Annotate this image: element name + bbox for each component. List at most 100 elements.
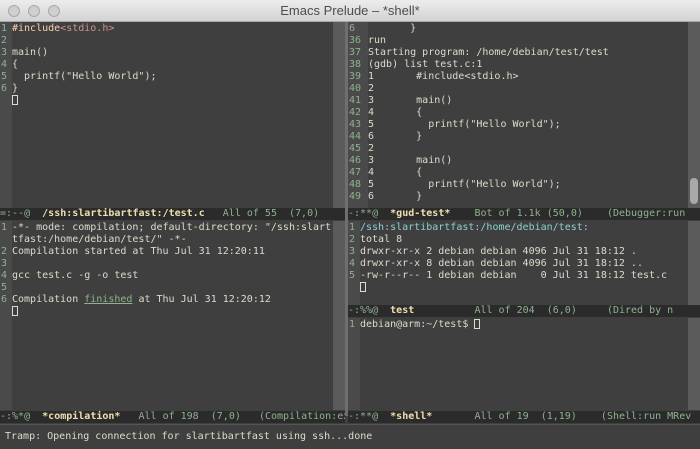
line-number: 41	[349, 95, 362, 106]
window-divider[interactable]	[345, 22, 348, 416]
line-number: 38	[349, 59, 362, 70]
vertical-scrollbar[interactable]	[333, 22, 345, 208]
gdb-output-line[interactable]: 36 run	[348, 35, 686, 47]
compilation-line[interactable]: 4 gcc test.c -g -o test	[0, 270, 331, 282]
mode-line-compilation[interactable]: -:%*@ *compilation* All of 198 (7,0) (Co…	[0, 411, 345, 423]
compilation-line[interactable]: 2 Compilation started at Thu Jul 31 12:20…	[0, 246, 331, 258]
source-editor-pane[interactable]: 1 #include<stdio.h> 2 3 main() 4{ 5 printf…	[0, 22, 345, 208]
gud-debugger-pane[interactable]: 6 } 36 run 37 Starting program: /home/debian…	[348, 22, 700, 208]
compilation-line[interactable]	[0, 306, 331, 318]
code-line[interactable]: 2	[0, 35, 331, 47]
code-text: {	[12, 59, 19, 70]
gdb-output-line[interactable]: 48 5 printf("Hello World");	[348, 179, 686, 191]
vertical-scrollbar[interactable]	[688, 22, 700, 208]
compilation-line[interactable]: tfast:/home/debian/test/" -*-	[0, 234, 331, 246]
vertical-scrollbar[interactable]	[333, 221, 345, 410]
line-number: 42	[349, 107, 362, 118]
line-text: run	[368, 35, 387, 46]
line-number: 1	[1, 222, 8, 233]
code-text: main()	[12, 47, 49, 58]
window-title: Emacs Prelude – *shell*	[280, 3, 420, 18]
line-number: 46	[349, 155, 362, 166]
line-number: 4	[1, 59, 8, 70]
gdb-output-line[interactable]: 37 Starting program: /home/debian/test/te…	[348, 47, 686, 59]
line-number: 47	[349, 167, 362, 178]
line-text: 3 main()	[368, 95, 453, 106]
line-number: 48	[349, 179, 362, 190]
line-number: 3	[349, 246, 356, 257]
dired-line[interactable]: 5 -rw-r--r-- 1 debian debian 0 Jul 31 18:…	[348, 270, 686, 282]
line-text: Starting program: /home/debian/test/test	[368, 47, 609, 58]
compilation-pane[interactable]: 1 -*- mode: compilation; default-director…	[0, 221, 345, 410]
gdb-output-line[interactable]: 42 4 {	[348, 107, 686, 119]
modeline-position: All of 204	[474, 305, 535, 316]
vertical-scrollbar[interactable]	[688, 221, 700, 305]
compilation-status-word[interactable]: finished	[84, 294, 132, 305]
line-cursor-row[interactable]	[348, 282, 686, 294]
line-text: 2	[368, 83, 375, 94]
line-text: 1 #include<stdio.h>	[368, 71, 519, 82]
modeline-line-col: (7,0)	[210, 411, 241, 422]
echo-area: Tramp: Opening connection for slartibart…	[0, 424, 700, 448]
line-number: 3	[1, 258, 8, 269]
modeline-buffer-name: *gud-test*	[390, 208, 451, 219]
dired-line[interactable]: 1/ssh:slartibartfast:/home/debian/test:	[348, 222, 686, 234]
compilation-line[interactable]: 3	[0, 258, 331, 270]
mode-line-dired[interactable]: -:%%@ test All of 204 (6,0) (Dired by n	[348, 305, 700, 317]
code-line[interactable]: 1 #include<stdio.h>	[0, 23, 331, 35]
gdb-output-line[interactable]: 40 2	[348, 83, 686, 95]
shell-pane[interactable]: 1 debian@arm:~/test$	[348, 318, 700, 410]
dired-line[interactable]: 4 drwxr-xr-x 8 debian debian 4096 Jul 31 …	[348, 258, 686, 270]
gdb-output-line[interactable]: 38 (gdb) list test.c:1	[348, 59, 686, 71]
title-bar: Emacs Prelude – *shell*	[0, 0, 700, 22]
modeline-line-col: (50,0)	[546, 208, 583, 219]
gdb-output-line[interactable]: 6 }	[348, 23, 686, 35]
code-line[interactable]: 6}	[0, 83, 331, 95]
mode-line-source[interactable]: =:--@ /ssh:slartibartfast:/test.c All of…	[0, 208, 345, 220]
shell-prompt-line[interactable]: 1 debian@arm:~/test$	[348, 319, 686, 331]
compilation-line[interactable]: 6 Compilation finished at Thu Jul 31 12:2…	[0, 294, 331, 306]
line-text: 6 }	[368, 131, 423, 142]
gdb-output-line[interactable]: 49 6 }	[348, 191, 686, 203]
code-line[interactable]	[0, 95, 331, 107]
modeline-status: =:--@	[0, 208, 31, 219]
modeline-mode: (Shell:run MRev	[600, 411, 692, 422]
modeline-mode: (Compilation:exi	[258, 411, 345, 422]
gdb-output-line[interactable]: 43 5 printf("Hello World");	[348, 119, 686, 131]
modeline-buffer-name: *shell*	[390, 411, 433, 422]
line-text: 2	[368, 143, 375, 154]
line-text: (gdb) list test.c:1	[368, 59, 483, 70]
line-number: 44	[349, 131, 362, 142]
scrollbar-thumb[interactable]	[690, 178, 698, 204]
modeline-buffer-name: *compilation*	[42, 411, 121, 422]
code-line[interactable]: 4{	[0, 59, 331, 71]
compilation-line[interactable]: 1 -*- mode: compilation; default-director…	[0, 222, 331, 234]
line-text: }	[368, 23, 417, 34]
mode-line-shell[interactable]: -:**@ *shell* All of 19 (1,19) (Shell:ru…	[348, 411, 700, 423]
gdb-output-line[interactable]: 47 4 {	[348, 167, 686, 179]
modeline-position: All of 55	[222, 208, 277, 219]
code-line[interactable]: 5 printf("Hello World");	[0, 71, 331, 83]
text-cursor	[12, 306, 18, 316]
vertical-scrollbar[interactable]	[688, 318, 700, 410]
line-number: 43	[349, 119, 362, 130]
line-number: 5	[1, 282, 8, 293]
code-line[interactable]: 3 main()	[0, 47, 331, 59]
code-text: }	[12, 83, 19, 94]
dired-line[interactable]: 3 drwxr-xr-x 2 debian debian 4096 Jul 31 …	[348, 246, 686, 258]
gdb-output-line[interactable]: 44 6 }	[348, 131, 686, 143]
line-number: 37	[349, 47, 362, 58]
gdb-output-line[interactable]: 46 3 main()	[348, 155, 686, 167]
line-number: 6	[349, 23, 356, 34]
gdb-output-line[interactable]: 41 3 main()	[348, 95, 686, 107]
modeline-status: -:**@	[348, 411, 379, 422]
dired-pane[interactable]: 1/ssh:slartibartfast:/home/debian/test: 2…	[348, 221, 700, 305]
gdb-output-line[interactable]: 45 2	[348, 143, 686, 155]
compilation-line[interactable]: 5	[0, 282, 331, 294]
gdb-output-line[interactable]: 39 1 #include<stdio.h>	[348, 71, 686, 83]
modeline-line-col: (6,0)	[546, 305, 577, 316]
line-text: 5 printf("Hello World");	[368, 119, 561, 130]
mode-line-gud[interactable]: -:**@ *gud-test* Bot of 1.1k (50,0) (Deb…	[348, 208, 700, 220]
dired-line[interactable]: 2 total 8	[348, 234, 686, 246]
line-text: 3 main()	[368, 155, 453, 166]
